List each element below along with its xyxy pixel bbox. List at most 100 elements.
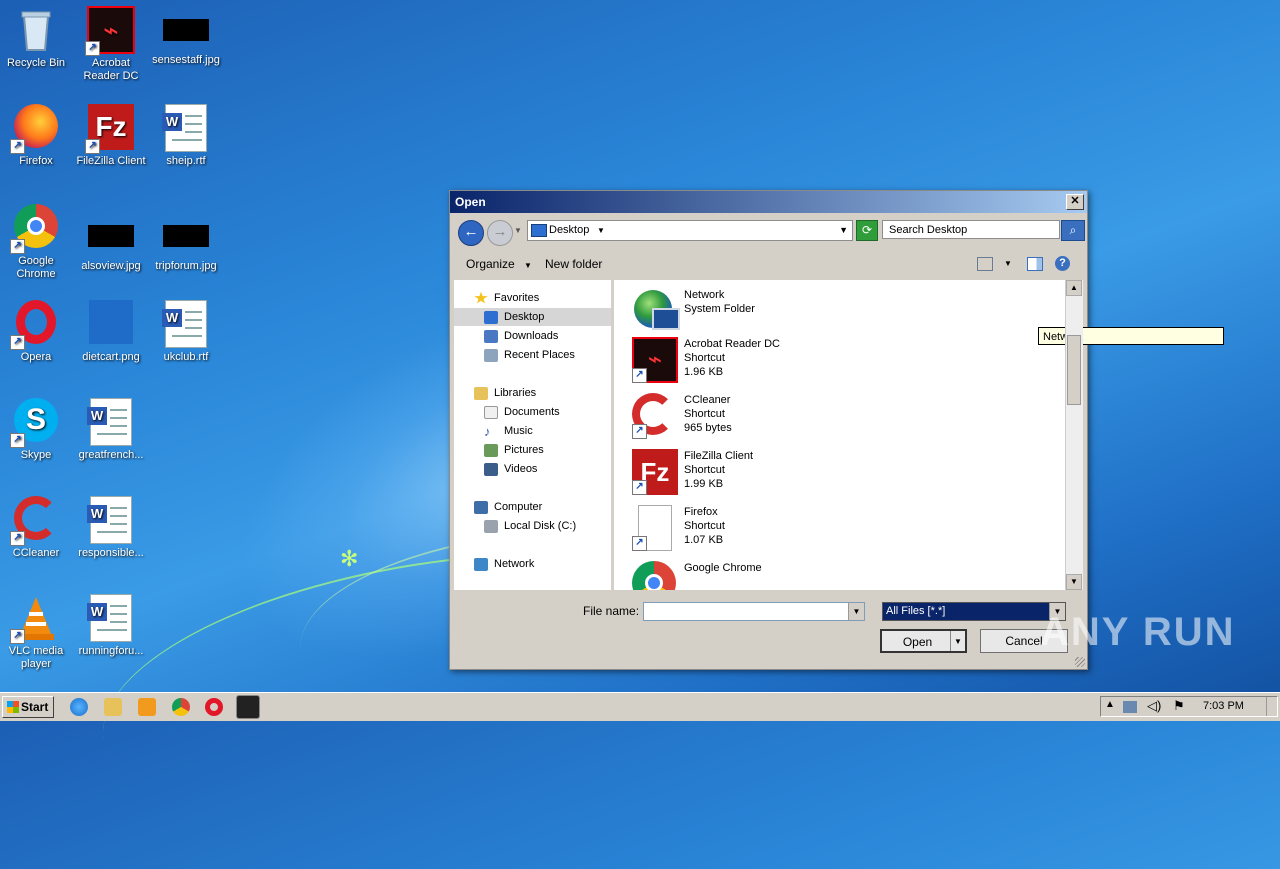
start-button[interactable]: Start: [2, 696, 54, 718]
open-dropdown-icon[interactable]: ▼: [950, 631, 965, 651]
nav-computer[interactable]: Computer: [474, 498, 542, 516]
view-dropdown-icon[interactable]: ▼: [1004, 249, 1012, 279]
refresh-button[interactable]: ⟳: [856, 220, 878, 241]
ie-taskbar-icon[interactable]: [70, 698, 88, 716]
shortcut-arrow-icon: ↗: [632, 480, 647, 495]
desktop-icon-ukclub[interactable]: W ukclub.rtf: [150, 300, 222, 364]
desktop-icon-sensestaff[interactable]: sensestaff.jpg: [150, 6, 222, 67]
search-input[interactable]: Search Desktop: [882, 220, 1060, 239]
breadcrumb-chevron-icon[interactable]: ▼: [597, 221, 605, 240]
explorer-taskbar-icon[interactable]: [104, 698, 122, 716]
nav-music[interactable]: ♪ Music: [484, 422, 533, 440]
file-name: Firefox: [684, 506, 718, 518]
address-dropdown-icon[interactable]: ▼: [839, 221, 848, 240]
word-document-icon: W: [162, 300, 210, 348]
image-thumbnail: [163, 225, 209, 247]
open-file-dialog: Open ✕ ← → ▼ Desktop ▼ ▼ ⟳ Search Deskto…: [449, 190, 1224, 670]
file-size: 1.96 KB: [684, 366, 724, 378]
desktop-icon-firefox[interactable]: ↗ Firefox: [0, 104, 72, 168]
open-button[interactable]: Open ▼: [880, 629, 967, 653]
show-desktop-button[interactable]: [1266, 697, 1277, 716]
vertical-scrollbar[interactable]: ▲ ▼: [1065, 280, 1083, 590]
search-icon[interactable]: ⌕: [1061, 220, 1085, 241]
desktop-icon-ccleaner[interactable]: ↗ CCleaner: [0, 496, 72, 560]
forward-button[interactable]: →: [487, 220, 513, 246]
desktop-icon-sheip[interactable]: W sheip.rtf: [150, 104, 222, 168]
media-player-taskbar-icon[interactable]: [138, 698, 156, 716]
videos-icon: [484, 462, 498, 476]
image-thumbnail: [163, 19, 209, 41]
desktop-icon-dietcart[interactable]: dietcart.png: [75, 300, 147, 364]
active-app-taskbar-icon[interactable]: [236, 695, 260, 719]
file-item[interactable]: ⌁ ↗ Acrobat Reader DC Shortcut 1.96 KB: [632, 337, 992, 389]
preview-pane-icon[interactable]: [1027, 257, 1043, 271]
nav-local-disk[interactable]: Local Disk (C:): [484, 517, 576, 535]
show-hidden-icons-icon[interactable]: ▲: [1105, 699, 1115, 710]
nav-favorites[interactable]: Favorites: [474, 289, 539, 307]
nav-network[interactable]: Network: [474, 555, 534, 573]
opera-taskbar-icon[interactable]: [205, 698, 223, 716]
desktop-icon-acrobat[interactable]: ⌁ ↗ Acrobat Reader DC: [75, 6, 147, 83]
taskbar: Start ▲ ◁) ⚑ 7:03 PM: [0, 692, 1280, 721]
nav-pictures[interactable]: Pictures: [484, 441, 544, 459]
word-document-icon: W: [87, 496, 135, 544]
downloads-icon: [484, 329, 498, 343]
help-icon[interactable]: ?: [1055, 256, 1070, 271]
file-item[interactable]: Network System Folder: [632, 288, 992, 340]
clock[interactable]: 7:03 PM: [1203, 700, 1244, 712]
word-document-icon: W: [162, 104, 210, 152]
file-item[interactable]: ↗ CCleaner Shortcut 965 bytes: [632, 393, 992, 445]
resize-grip-icon[interactable]: [1075, 657, 1085, 667]
scroll-up-button[interactable]: ▲: [1066, 280, 1082, 296]
desktop-icon-alsoview[interactable]: alsoview.jpg: [75, 212, 147, 273]
shortcut-arrow-icon: ↗: [85, 41, 100, 56]
scroll-thumb[interactable]: [1067, 335, 1081, 405]
desktop-icon-runningforu[interactable]: W runningforu...: [75, 594, 147, 658]
nav-recent-places[interactable]: Recent Places: [484, 346, 575, 364]
desktop-icon-recycle-bin[interactable]: Recycle Bin: [0, 6, 72, 70]
file-name-dropdown-icon[interactable]: ▼: [848, 603, 864, 620]
dialog-titlebar[interactable]: Open ✕: [450, 191, 1087, 213]
file-item[interactable]: Google Chrome: [632, 561, 992, 590]
volume-icon[interactable]: ◁): [1147, 698, 1161, 714]
nav-libraries[interactable]: Libraries: [474, 384, 536, 402]
organize-button[interactable]: Organize ▼: [466, 249, 532, 281]
file-type: System Folder: [684, 303, 755, 315]
pictures-icon: [484, 443, 498, 457]
watermark: ANY RUN: [1040, 610, 1236, 654]
vlc-icon: ↗: [10, 594, 60, 644]
shortcut-arrow-icon: ↗: [632, 536, 647, 551]
desktop-icon-vlc[interactable]: ↗ VLC media player: [0, 594, 72, 671]
desktop-icon-filezilla[interactable]: Fz ↗ FileZilla Client: [75, 104, 147, 168]
network-tray-icon[interactable]: [1123, 701, 1137, 713]
desktop-icon-chrome[interactable]: ↗ Google Chrome: [0, 204, 72, 281]
new-folder-button[interactable]: New folder: [545, 249, 602, 279]
nav-desktop[interactable]: Desktop: [484, 308, 544, 326]
word-document-icon: W: [87, 398, 135, 446]
back-button[interactable]: ←: [458, 220, 484, 246]
chrome-taskbar-icon[interactable]: [172, 698, 190, 716]
dialog-title: Open: [455, 195, 486, 209]
nav-downloads[interactable]: Downloads: [484, 327, 558, 345]
desktop-icon-greatfrench[interactable]: W greatfrench...: [75, 398, 147, 462]
libraries-icon: [474, 386, 488, 400]
history-dropdown-icon[interactable]: ▼: [514, 226, 522, 235]
desktop-icon-responsible[interactable]: W responsible...: [75, 496, 147, 560]
address-bar[interactable]: Desktop ▼ ▼: [527, 220, 853, 241]
desktop-icon-tripforum[interactable]: tripforum.jpg: [150, 212, 222, 273]
scroll-down-button[interactable]: ▼: [1066, 574, 1082, 590]
nav-videos[interactable]: Videos: [484, 460, 537, 478]
close-button[interactable]: ✕: [1066, 194, 1084, 210]
file-item[interactable]: Fz ↗ FileZilla Client Shortcut 1.99 KB: [632, 449, 992, 501]
action-center-flag-icon[interactable]: ⚑: [1173, 698, 1185, 714]
file-name: CCleaner: [684, 394, 731, 406]
file-name-input[interactable]: ▼: [643, 602, 865, 621]
desktop-icon-skype[interactable]: S ↗ Skype: [0, 398, 72, 462]
desktop-icon-opera[interactable]: ↗ Opera: [0, 300, 72, 364]
file-type-select[interactable]: All Files [*.*] ▼: [882, 602, 1066, 621]
windows-logo-icon: [7, 701, 19, 713]
view-options-icon[interactable]: [977, 257, 993, 271]
skype-icon: S ↗: [10, 398, 60, 448]
nav-documents[interactable]: Documents: [484, 403, 560, 421]
file-item[interactable]: ↗ Firefox Shortcut 1.07 KB: [632, 505, 992, 557]
